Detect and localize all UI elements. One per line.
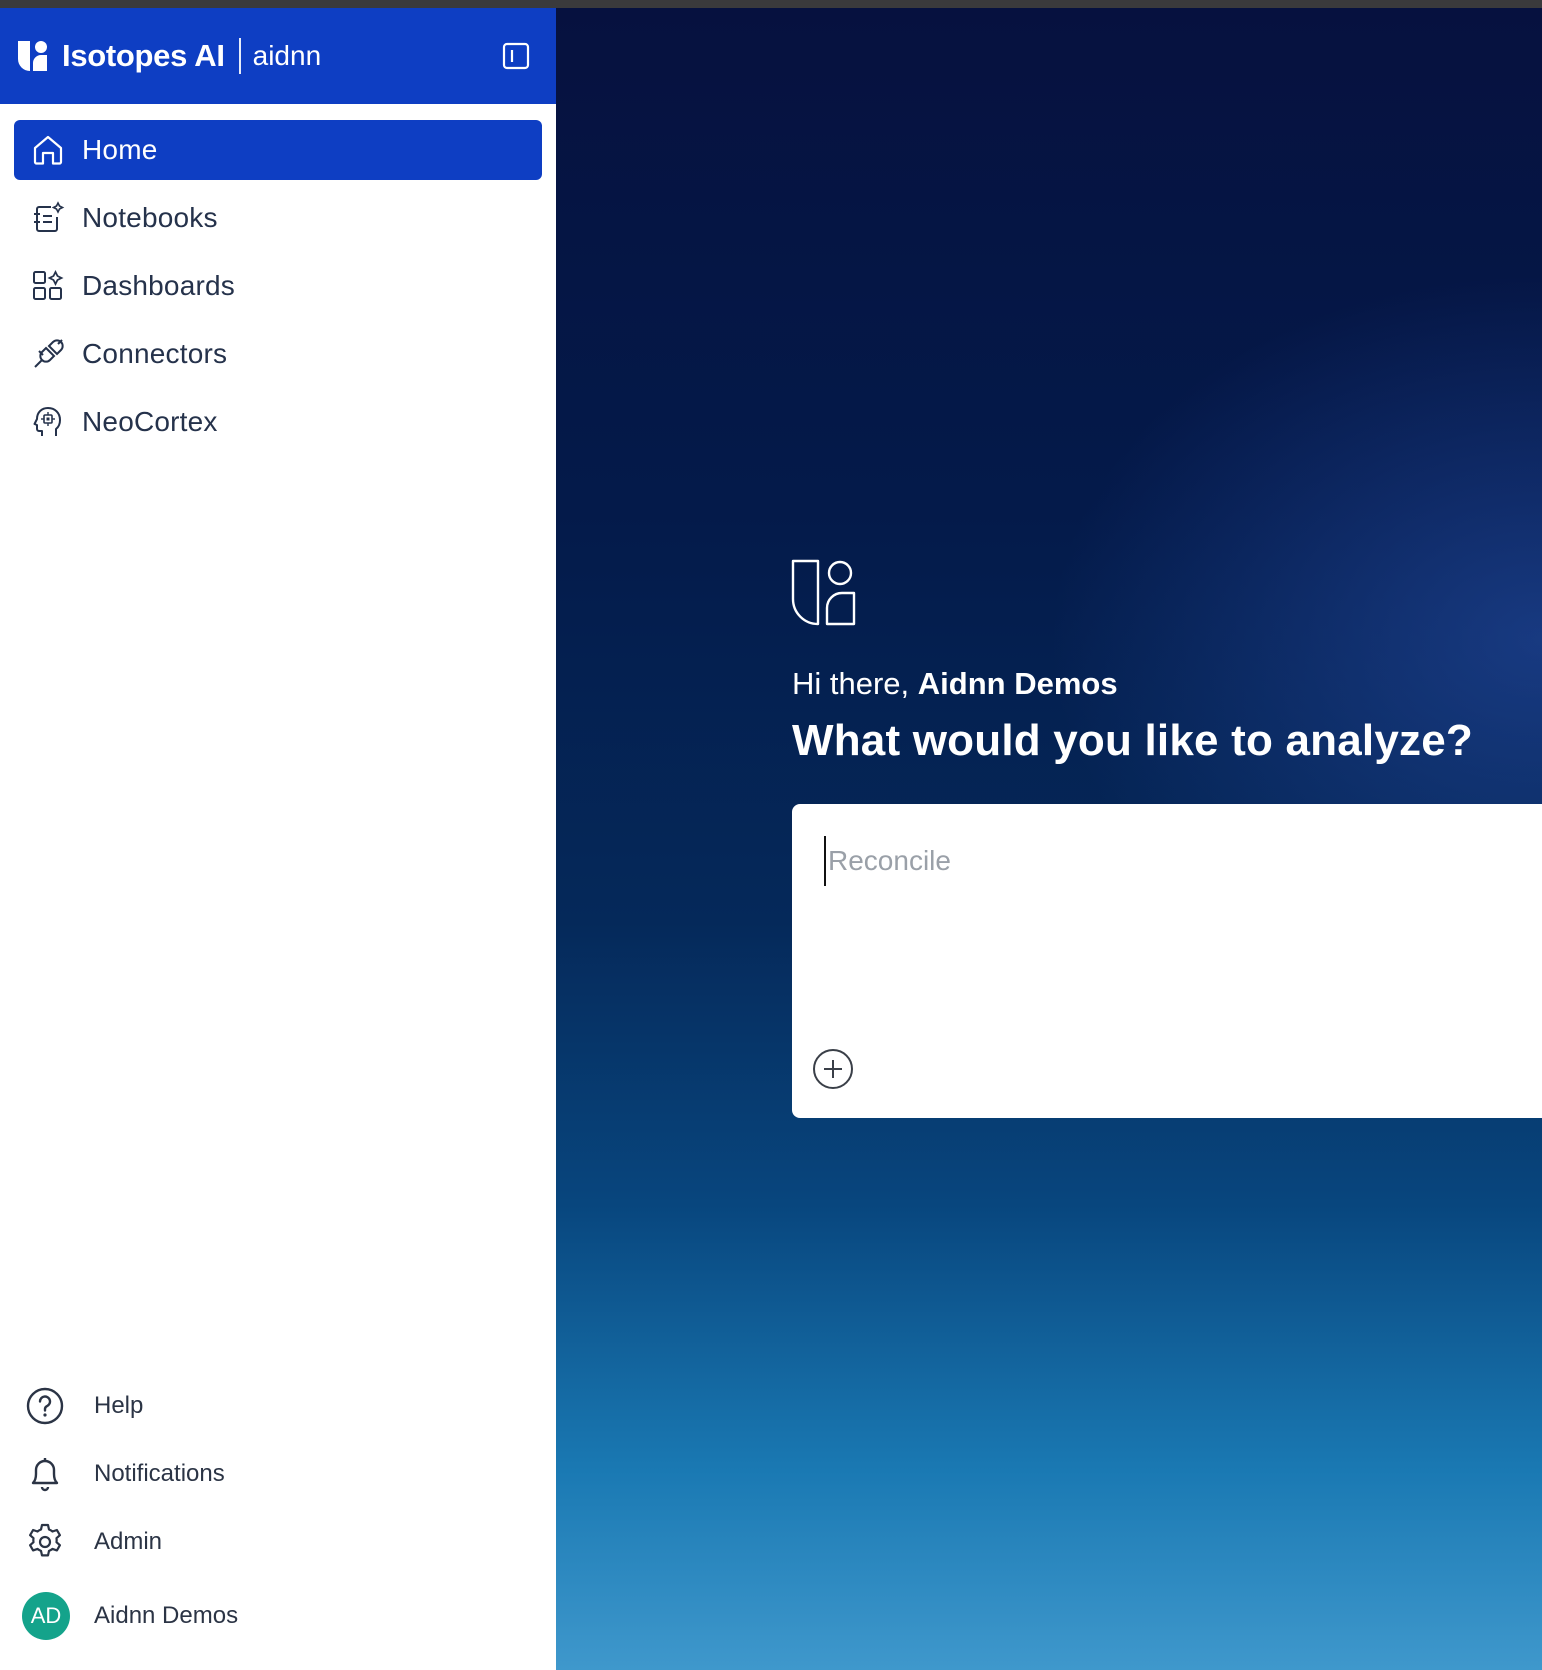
page-headline: What would you like to analyze? bbox=[792, 716, 1473, 765]
bell-icon bbox=[24, 1453, 66, 1495]
isotopes-outline-logo-icon bbox=[790, 558, 860, 628]
nav-item-notebooks[interactable]: Notebooks bbox=[14, 188, 542, 248]
collapse-sidebar-button[interactable] bbox=[502, 42, 530, 70]
isotopes-logo-icon bbox=[16, 39, 50, 73]
sidebar: Isotopes AI aidnn Home Notebooks Dashboa… bbox=[0, 8, 556, 1670]
help-label: Help bbox=[94, 1392, 144, 1419]
nav-item-home[interactable]: Home bbox=[14, 120, 542, 180]
notifications-button[interactable]: Notifications bbox=[24, 1440, 556, 1508]
gear-icon bbox=[24, 1521, 66, 1563]
admin-button[interactable]: Admin bbox=[24, 1508, 556, 1576]
nav-label: Notebooks bbox=[82, 202, 218, 233]
org-name: aidnn bbox=[252, 40, 322, 71]
brand-name: Isotopes AI bbox=[62, 38, 225, 73]
main-nav: Home Notebooks Dashboards Connectors Neo… bbox=[0, 104, 556, 452]
nav-label: NeoCortex bbox=[82, 406, 218, 437]
user-profile-button[interactable]: AD Aidnn Demos bbox=[22, 1576, 556, 1656]
plug-icon bbox=[30, 336, 66, 372]
nav-item-dashboards[interactable]: Dashboards bbox=[14, 256, 542, 316]
home-icon bbox=[30, 132, 66, 168]
brain-head-icon bbox=[30, 404, 66, 440]
window-top-strip bbox=[0, 0, 1542, 8]
notebook-icon bbox=[30, 200, 66, 236]
nav-label: Home bbox=[82, 134, 158, 165]
add-attachment-button[interactable] bbox=[812, 1048, 854, 1090]
prompt-input[interactable] bbox=[824, 836, 1524, 886]
greeting-prefix: Hi there, bbox=[792, 666, 918, 701]
help-button[interactable]: Help bbox=[24, 1372, 556, 1440]
nav-label: Connectors bbox=[82, 338, 228, 369]
user-name: Aidnn Demos bbox=[94, 1602, 239, 1629]
plus-circle-icon bbox=[813, 1049, 853, 1089]
avatar: AD bbox=[22, 1592, 70, 1640]
sidebar-header: Isotopes AI aidnn bbox=[0, 8, 556, 104]
greeting-user-name: Aidnn Demos bbox=[917, 666, 1118, 701]
nav-label: Dashboards bbox=[82, 270, 235, 301]
sidebar-toggle-icon bbox=[502, 42, 530, 70]
sidebar-footer: Help Notifications Admin AD Aidnn Demos bbox=[0, 1372, 556, 1670]
nav-item-connectors[interactable]: Connectors bbox=[14, 324, 542, 384]
dashboard-icon bbox=[30, 268, 66, 304]
brand-separator bbox=[238, 38, 241, 74]
prompt-box bbox=[792, 804, 1542, 1118]
notifications-label: Notifications bbox=[94, 1460, 225, 1487]
main-content: Hi there, Aidnn Demos What would you lik… bbox=[556, 8, 1542, 1670]
nav-item-neocortex[interactable]: NeoCortex bbox=[14, 392, 542, 452]
admin-label: Admin bbox=[94, 1528, 163, 1555]
help-circle-icon bbox=[24, 1385, 66, 1427]
greeting: Hi there, Aidnn Demos bbox=[792, 666, 1118, 702]
